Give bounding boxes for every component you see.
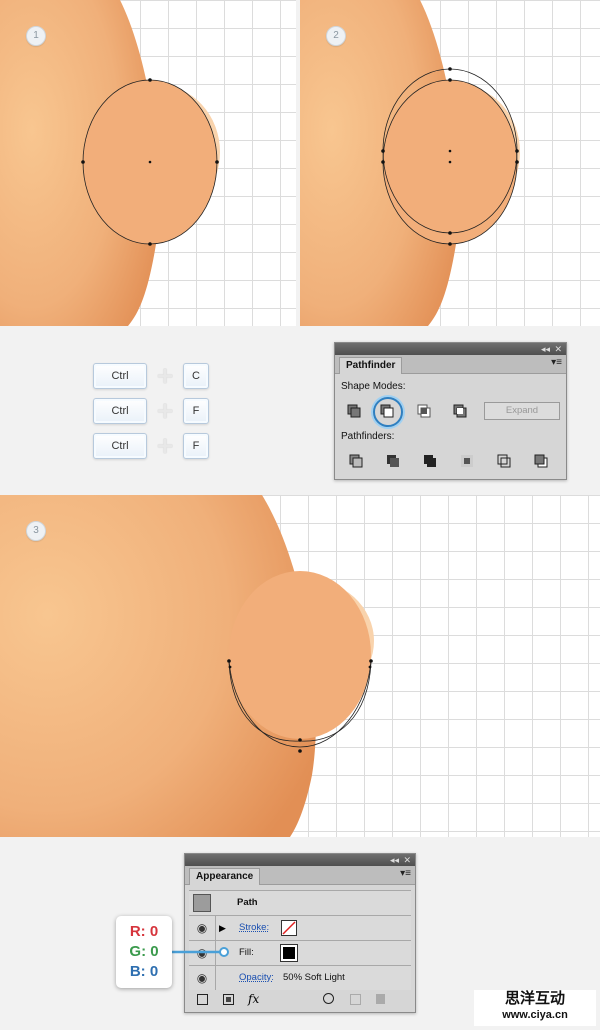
panel-footer: fx bbox=[185, 991, 415, 1012]
site-watermark: 思洋互动 www.ciya.cn bbox=[474, 990, 596, 1026]
crop-icon[interactable] bbox=[458, 452, 476, 470]
watermark-title: 思洋互动 bbox=[504, 990, 565, 1007]
divide-icon[interactable] bbox=[347, 452, 365, 470]
opacity-value: 50% Soft Light bbox=[283, 972, 345, 983]
fill-row[interactable]: ◉ Fill: bbox=[189, 940, 411, 965]
collapse-icon[interactable]: ◂◂ bbox=[541, 343, 550, 355]
tab-appearance[interactable]: Appearance bbox=[189, 868, 261, 885]
panel-menu-icon[interactable]: ▾≡ bbox=[551, 357, 562, 368]
f-key: F bbox=[183, 398, 209, 424]
panel-titlebar[interactable]: ◂◂ ✕ bbox=[335, 343, 566, 355]
plus-icon: + bbox=[156, 395, 174, 426]
panel-titlebar[interactable]: ◂◂ ✕ bbox=[185, 854, 415, 866]
minus-back-icon[interactable] bbox=[532, 452, 550, 470]
panel-menu-icon[interactable]: ▾≡ bbox=[400, 868, 411, 879]
add-effect-fx-icon[interactable]: fx bbox=[248, 992, 259, 1006]
shape-modes-label: Shape Modes: bbox=[341, 381, 406, 392]
exclude-icon[interactable] bbox=[451, 402, 469, 420]
appearance-panel: ◂◂ ✕ Appearance ▾≡ Path ◉ ▶ Stroke: ◉ Fi… bbox=[184, 853, 416, 1013]
opacity-label[interactable]: Opacity: bbox=[239, 966, 274, 990]
add-new-stroke-icon[interactable] bbox=[197, 994, 208, 1005]
close-icon[interactable]: ✕ bbox=[554, 343, 562, 355]
face-illustration-1 bbox=[0, 0, 220, 326]
expand-triangle-icon[interactable]: ▶ bbox=[219, 916, 226, 940]
green-value: G: 0 bbox=[129, 943, 159, 960]
c-key: C bbox=[183, 363, 209, 389]
rgb-color-callout: R: 0 G: 0 B: 0 bbox=[116, 916, 172, 988]
pathfinders-label: Pathfinders: bbox=[341, 431, 395, 442]
clear-appearance-icon[interactable] bbox=[323, 993, 334, 1004]
stroke-label[interactable]: Stroke: bbox=[239, 916, 269, 940]
fill-label: Fill: bbox=[239, 947, 254, 958]
shortcut-row-copy: Ctrl + C bbox=[93, 360, 209, 391]
stroke-none-swatch-icon[interactable] bbox=[281, 920, 297, 936]
outline-icon[interactable] bbox=[495, 452, 513, 470]
object-type-label: Path bbox=[237, 897, 258, 908]
trim-icon[interactable] bbox=[384, 452, 402, 470]
red-value: R: 0 bbox=[129, 923, 159, 940]
ctrl-key: Ctrl bbox=[93, 363, 147, 389]
merge-icon[interactable] bbox=[421, 452, 439, 470]
step-badge-2: 2 bbox=[326, 26, 346, 46]
opacity-row[interactable]: ◉ Opacity: 50% Soft Light bbox=[189, 965, 411, 990]
ctrl-key: Ctrl bbox=[93, 433, 147, 459]
close-icon[interactable]: ✕ bbox=[403, 854, 411, 866]
stroke-row[interactable]: ◉ ▶ Stroke: bbox=[189, 915, 411, 940]
tab-pathfinder[interactable]: Pathfinder bbox=[339, 357, 403, 374]
shortcut-row-paste-front-1: Ctrl + F bbox=[93, 395, 209, 426]
duplicate-item-icon[interactable] bbox=[350, 994, 361, 1005]
step-badge-3: 3 bbox=[26, 521, 46, 541]
plus-icon: + bbox=[156, 430, 174, 461]
minus-front-icon[interactable] bbox=[378, 402, 396, 420]
visibility-eye-icon[interactable]: ◉ bbox=[189, 966, 216, 990]
appearance-object-row: Path bbox=[189, 890, 411, 915]
visibility-eye-icon[interactable]: ◉ bbox=[189, 916, 216, 940]
pathfinder-panel: ◂◂ ✕ Pathfinder ▾≡ Shape Modes: Expand P… bbox=[334, 342, 567, 480]
artboard-step-2: 2 bbox=[300, 0, 600, 326]
shortcut-row-paste-front-2: Ctrl + F bbox=[93, 430, 209, 461]
artboard-step-1: 1 bbox=[0, 0, 296, 326]
watermark-url: www.ciya.cn bbox=[502, 1009, 568, 1021]
plus-icon: + bbox=[156, 360, 174, 391]
expand-button[interactable]: Expand bbox=[484, 402, 560, 420]
f-key: F bbox=[183, 433, 209, 459]
artboard-step-3: 3 bbox=[0, 495, 600, 837]
face-illustration-2 bbox=[300, 0, 520, 326]
delete-item-icon[interactable] bbox=[376, 994, 385, 1004]
fill-color-swatch[interactable] bbox=[280, 944, 298, 962]
step-badge-1: 1 bbox=[26, 26, 46, 46]
add-new-fill-icon[interactable] bbox=[223, 994, 234, 1005]
panel-tabrow: Pathfinder ▾≡ bbox=[335, 355, 566, 374]
object-thumbnail bbox=[193, 894, 211, 912]
panel-tabrow: Appearance ▾≡ bbox=[185, 866, 415, 885]
unite-icon[interactable] bbox=[345, 402, 363, 420]
intersect-icon[interactable] bbox=[415, 402, 433, 420]
visibility-eye-icon[interactable]: ◉ bbox=[189, 941, 216, 965]
ctrl-key: Ctrl bbox=[93, 398, 147, 424]
blue-value: B: 0 bbox=[129, 963, 159, 980]
face-illustration-3 bbox=[0, 495, 374, 837]
collapse-icon[interactable]: ◂◂ bbox=[390, 854, 399, 866]
